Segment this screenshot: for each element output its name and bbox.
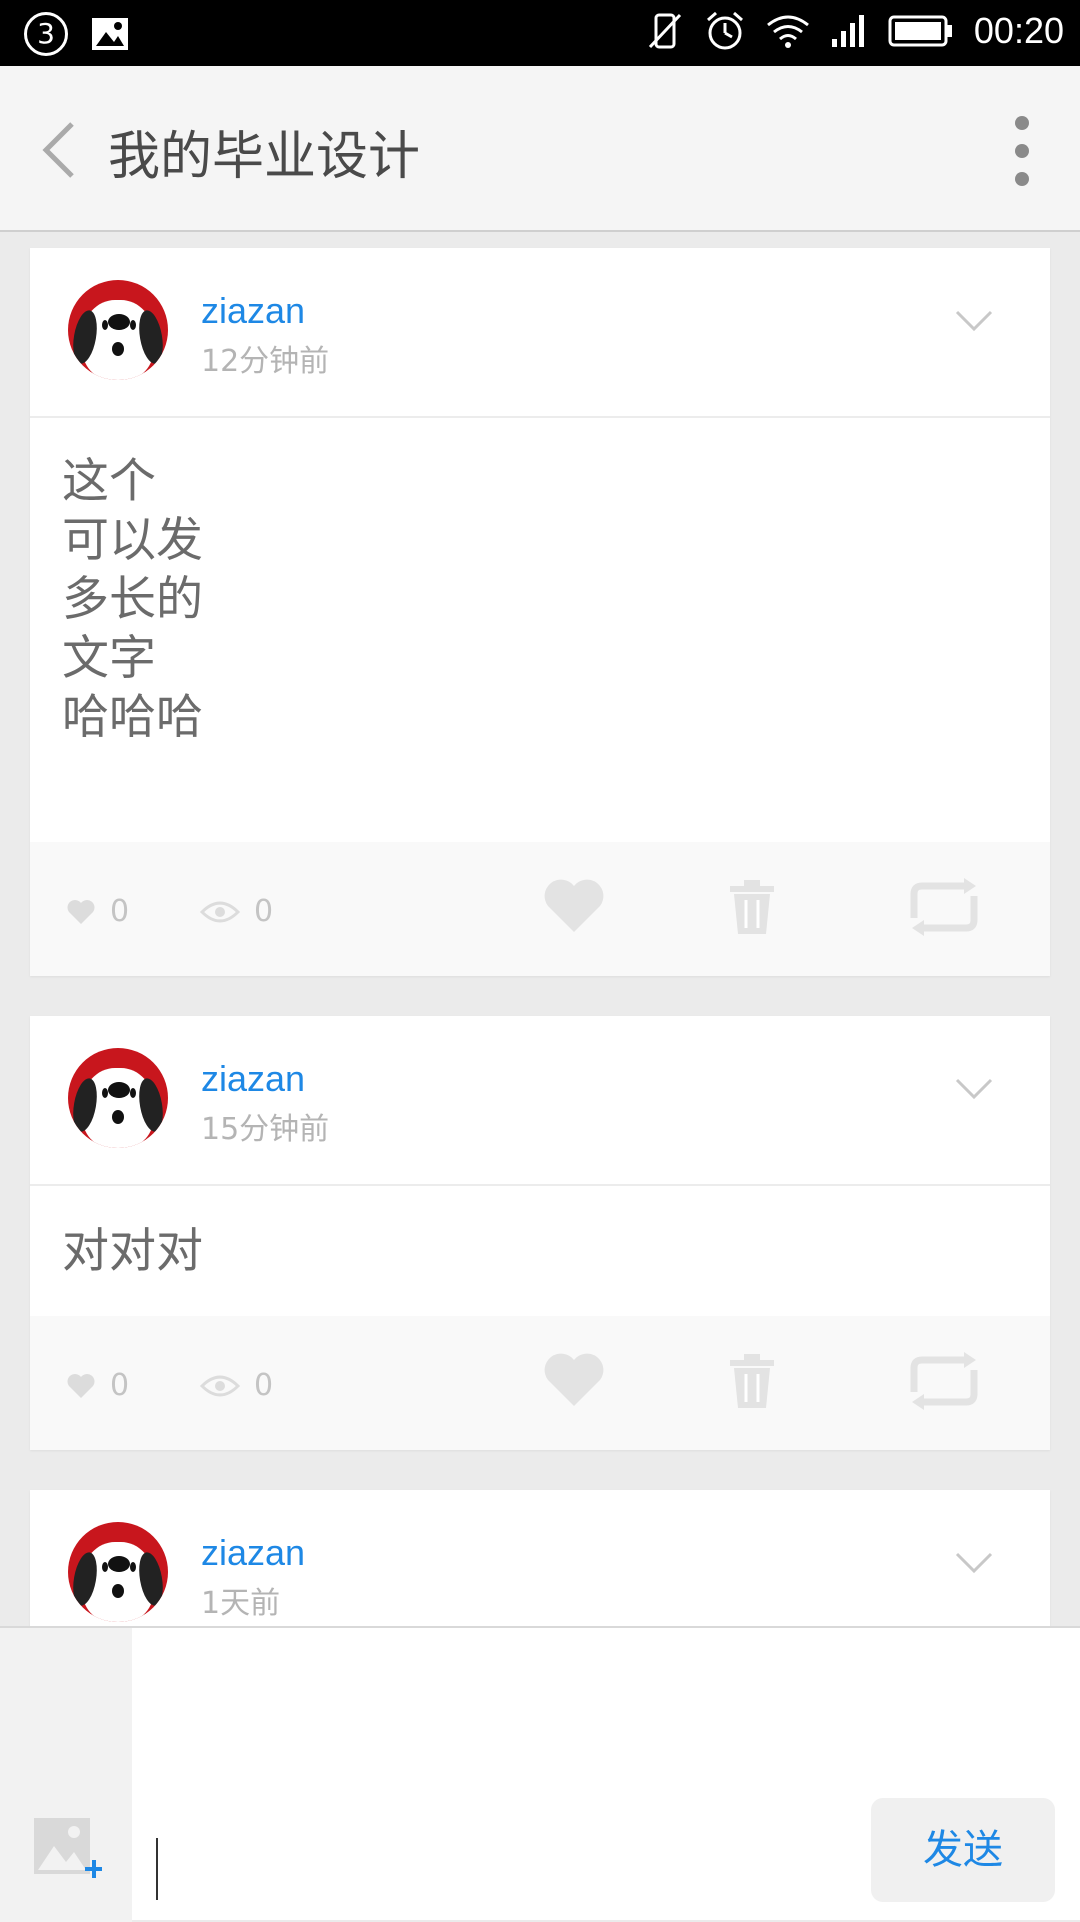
- battery-icon: [888, 15, 952, 47]
- chevron-down-icon[interactable]: [954, 1550, 994, 1576]
- post-card: ziazan 12分钟前 这个 可以发 多长的 文字 哈哈哈 0 0: [30, 248, 1050, 976]
- page-title: 我的毕业设计: [108, 127, 421, 187]
- status-bar: 3 00:20: [0, 0, 1080, 66]
- comment-composer: 发送: [0, 1626, 1080, 1922]
- heart-small-icon: [67, 1373, 95, 1398]
- post-header: ziazan 12分钟前: [30, 248, 1050, 418]
- post-card: ziazan 15分钟前 对对对 0 0: [30, 1016, 1050, 1450]
- add-image-icon[interactable]: [32, 1816, 102, 1882]
- eye-icon: [200, 1375, 240, 1396]
- post-content: 这个 可以发 多长的 文字 哈哈哈: [62, 454, 203, 745]
- post-header: ziazan 1天前: [30, 1490, 1050, 1626]
- heart-small-icon: [67, 899, 95, 924]
- post-actions: 0 0: [30, 842, 1050, 976]
- like-count-stat: 0: [66, 894, 129, 929]
- like-count: 0: [110, 1368, 130, 1403]
- post-card: ziazan 1天前: [30, 1490, 1050, 1626]
- chevron-down-icon[interactable]: [954, 1076, 994, 1102]
- view-count: 0: [254, 894, 274, 929]
- eye-icon: [200, 901, 240, 922]
- image-icon: [92, 18, 128, 50]
- avatar[interactable]: [68, 1522, 168, 1622]
- view-count: 0: [254, 1368, 274, 1403]
- post-username[interactable]: ziazan: [201, 290, 305, 332]
- post-time: 12分钟前: [201, 344, 330, 379]
- avatar[interactable]: [68, 280, 168, 380]
- trash-icon[interactable]: [726, 1352, 778, 1410]
- post-actions: 0 0: [30, 1316, 1050, 1450]
- post-content: 对对对: [62, 1224, 203, 1279]
- avatar[interactable]: [68, 1048, 168, 1148]
- chevron-down-icon[interactable]: [954, 308, 994, 334]
- more-vertical-icon[interactable]: [1012, 116, 1032, 186]
- post-username[interactable]: ziazan: [201, 1532, 305, 1574]
- back-arrow-icon[interactable]: [38, 118, 84, 182]
- post-time: 15分钟前: [201, 1112, 330, 1147]
- like-count-stat: 0: [66, 1368, 129, 1403]
- wifi-icon: [766, 15, 809, 48]
- post-header: ziazan 15分钟前: [30, 1016, 1050, 1186]
- attachment-pane: [0, 1628, 132, 1922]
- view-count-stat: 0: [200, 1368, 273, 1403]
- send-button[interactable]: 发送: [871, 1798, 1055, 1902]
- like-heart-icon[interactable]: [542, 878, 606, 934]
- signal-icon: [831, 15, 864, 47]
- view-count-stat: 0: [200, 894, 273, 929]
- post-time: 1天前: [201, 1586, 281, 1621]
- status-time: 00:20: [973, 10, 1064, 51]
- notification-badge: 3: [24, 12, 68, 56]
- post-username[interactable]: ziazan: [201, 1058, 305, 1100]
- post-feed[interactable]: ziazan 12分钟前 这个 可以发 多长的 文字 哈哈哈 0 0 ziaza…: [0, 232, 1080, 1626]
- like-count: 0: [110, 894, 130, 929]
- comment-input[interactable]: [156, 1838, 158, 1900]
- like-heart-icon[interactable]: [542, 1352, 606, 1408]
- trash-icon[interactable]: [726, 878, 778, 936]
- repost-icon[interactable]: [906, 1352, 982, 1410]
- mute-icon: [648, 13, 682, 49]
- repost-icon[interactable]: [906, 878, 982, 936]
- app-bar: 我的毕业设计: [0, 66, 1080, 232]
- alarm-icon: [706, 11, 743, 50]
